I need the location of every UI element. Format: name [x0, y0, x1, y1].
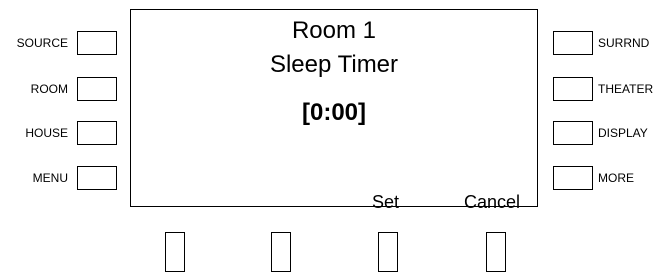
- softkey-button-1[interactable]: [165, 232, 185, 272]
- display-button[interactable]: [553, 121, 593, 145]
- theater-button[interactable]: [553, 77, 593, 101]
- room-label: ROOM: [30, 82, 68, 96]
- source-label: SOURCE: [16, 36, 68, 50]
- more-button[interactable]: [553, 166, 593, 190]
- surrnd-label: SURRND: [598, 36, 650, 50]
- theater-label: THEATER: [598, 82, 654, 96]
- house-button[interactable]: [77, 121, 117, 145]
- room-button[interactable]: [77, 77, 117, 101]
- display-label: DISPLAY: [598, 126, 648, 140]
- room-title: Room 1: [291, 17, 377, 44]
- lcd-screen: Room 1 Sleep Timer [0:00] Set Cancel: [130, 9, 538, 212]
- timer-value: [0:00]: [301, 99, 367, 126]
- softkey-button-set[interactable]: [378, 232, 398, 272]
- menu-button[interactable]: [77, 166, 117, 190]
- menu-label: MENU: [32, 171, 68, 185]
- softkey-button-cancel[interactable]: [486, 232, 506, 272]
- source-button[interactable]: [77, 31, 117, 55]
- softkey-set-label: Set: [372, 192, 400, 212]
- screen-heading: Sleep Timer: [269, 51, 399, 78]
- house-label: HOUSE: [25, 126, 68, 140]
- softkey-cancel-label: Cancel: [464, 192, 521, 212]
- softkey-button-2[interactable]: [271, 232, 291, 272]
- surrnd-button[interactable]: [553, 31, 593, 55]
- more-label: MORE: [598, 171, 634, 185]
